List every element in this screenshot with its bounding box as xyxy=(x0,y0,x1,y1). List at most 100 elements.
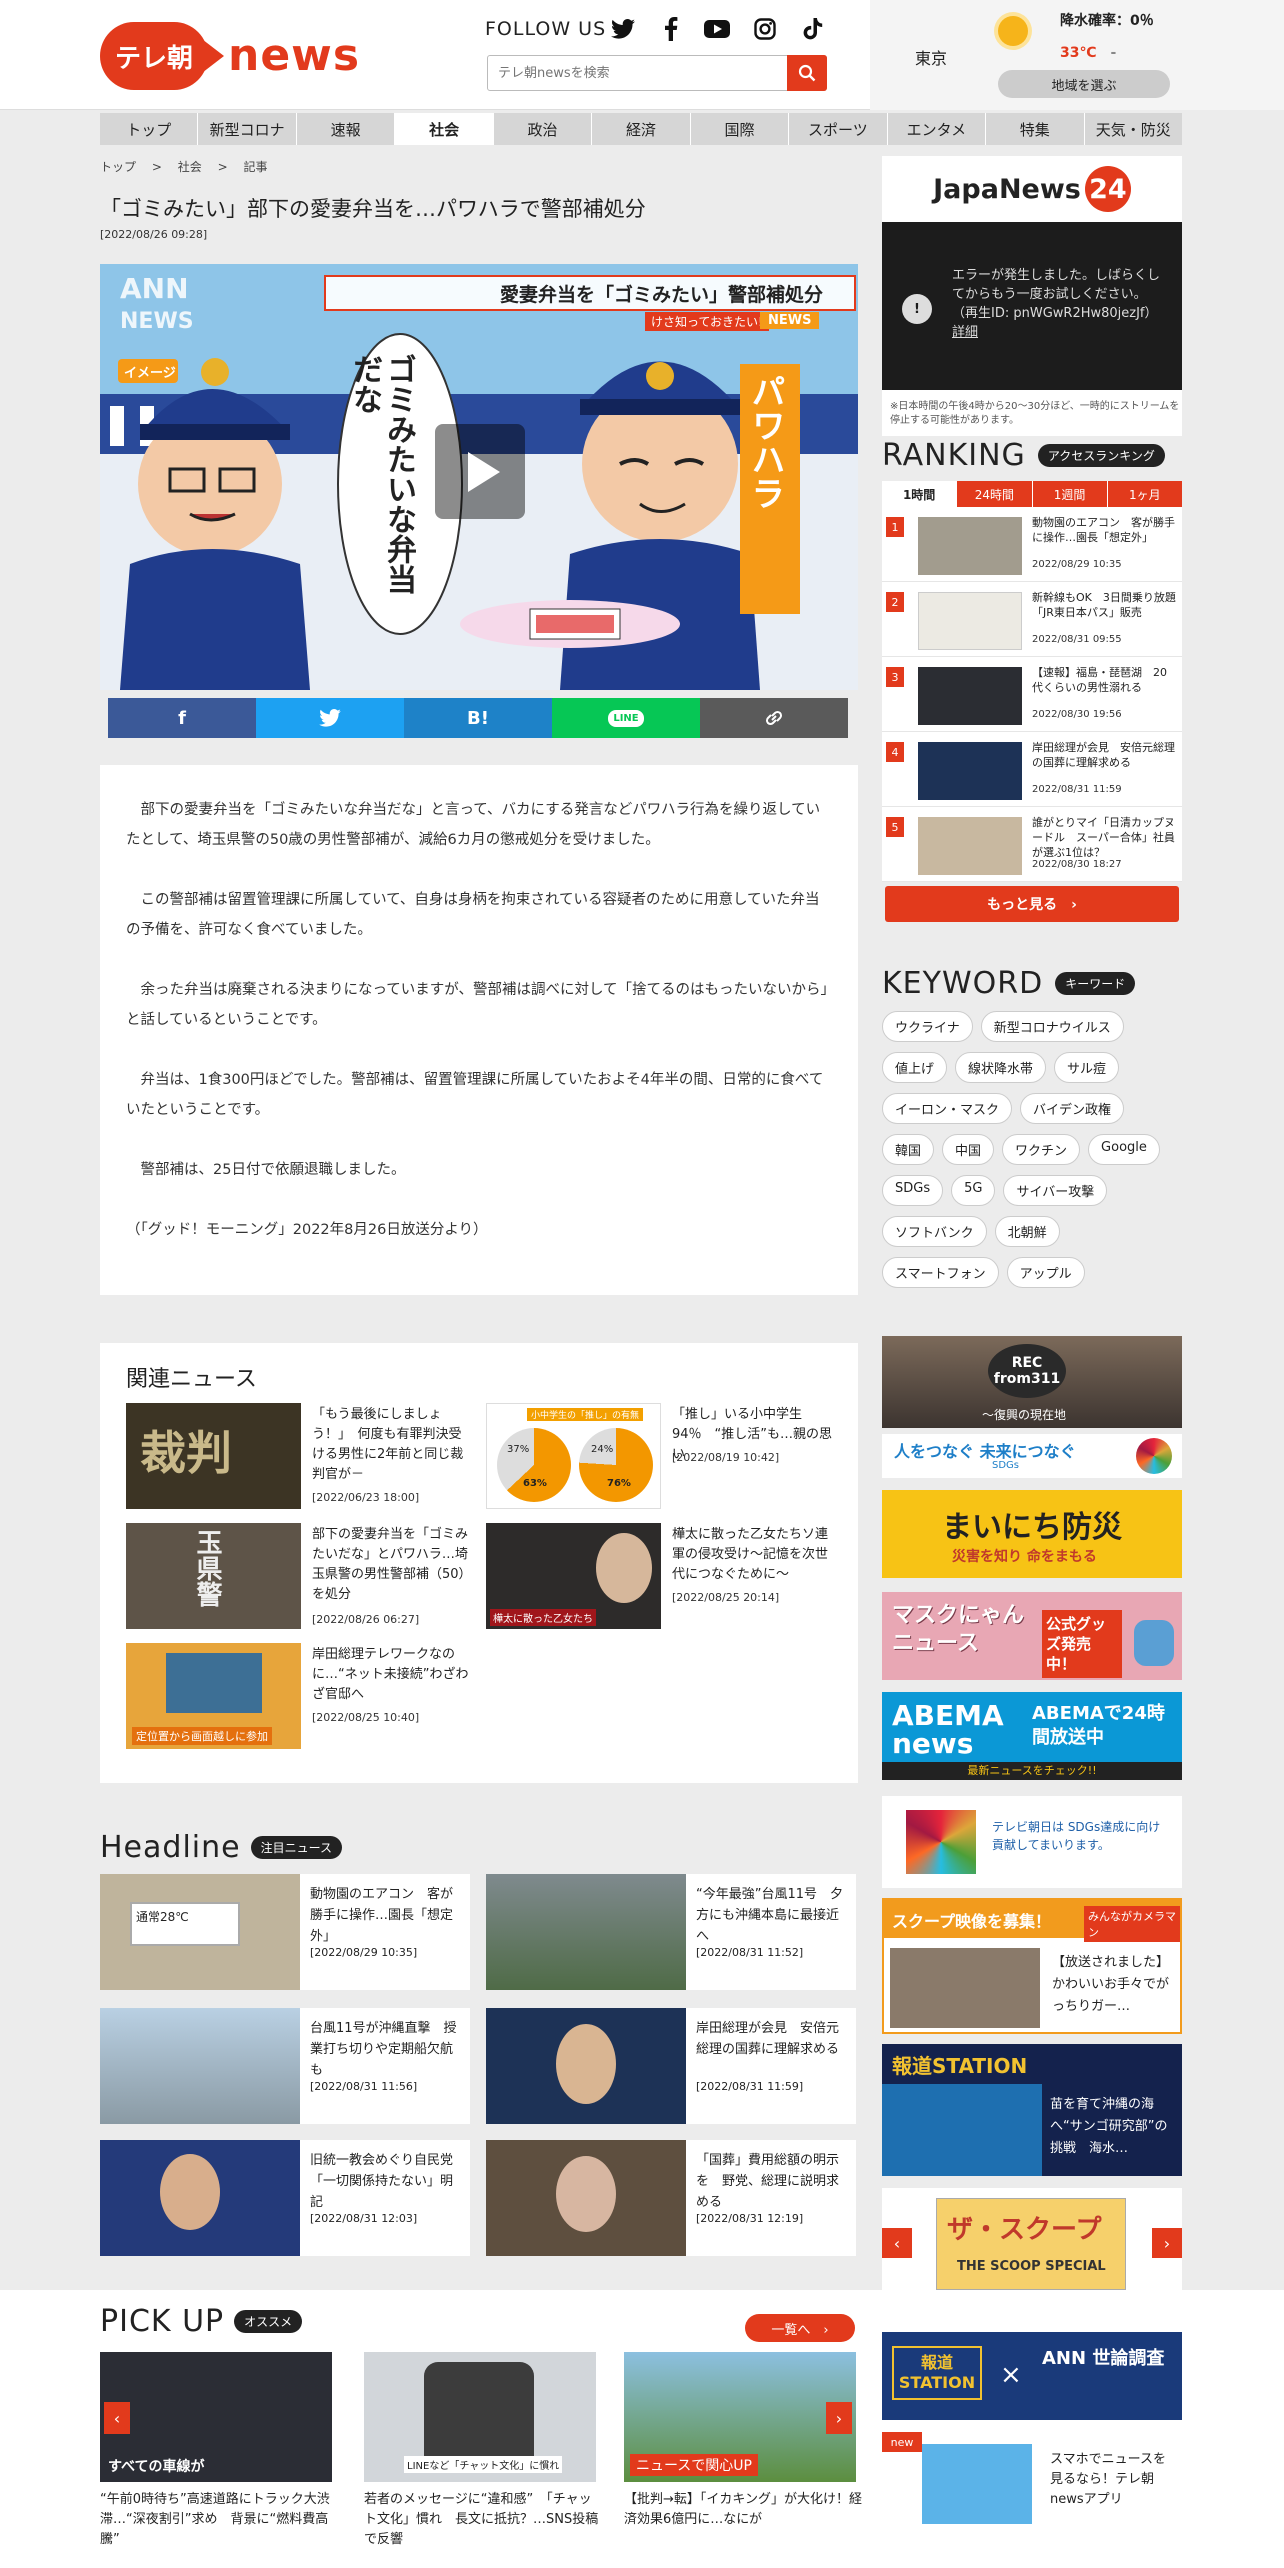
sdgs-banner[interactable]: 人をつなぐ 未来につなぐ SDGs xyxy=(882,1434,1182,1478)
abema-news-banner[interactable]: ABEMA news ABEMAで24時間放送中 最新ニュースをチェック!! xyxy=(882,1692,1182,1780)
headline-item[interactable]: 旧統一教会めぐり自民党「一切関係持たない」明記 [2022/08/31 12:0… xyxy=(100,2140,470,2256)
keyword-chip[interactable]: バイデン政権 xyxy=(1020,1093,1125,1124)
pickup-thumb[interactable]: LINEなど「チャット文化」に慣れ xyxy=(364,2352,596,2482)
youtube-icon[interactable] xyxy=(704,16,730,42)
tvasahi-news-app-banner[interactable]: new スマホでニュースを見るなら！テレ朝newsアプリ xyxy=(882,2432,1182,2526)
pickup-thumb[interactable]: ニュースで関心UP xyxy=(624,2352,856,2482)
chevron-right-icon: › xyxy=(835,2408,843,2428)
banner-prev-button[interactable]: ‹ xyxy=(882,2228,912,2258)
pickup-title[interactable]: “午前0時待ち”高速道路にトラック大渋滞…“深夜割引”求め 背景に“燃料費高騰” xyxy=(100,2490,340,2550)
rec-badge: REC from311 xyxy=(988,1344,1066,1398)
pickup-title[interactable]: 【批判→転】「イカキング」が大化け！経済効果6億円に…なにが xyxy=(624,2490,864,2530)
twitter-icon[interactable] xyxy=(610,16,636,42)
nav-item-politics[interactable]: 政治 xyxy=(494,113,593,145)
keyword-chip[interactable]: SDGs xyxy=(882,1175,944,1206)
scoop-video-banner[interactable]: スクープ映像を募集！ みんながカメラマン 【放送されました】かわいいお手々でがっ… xyxy=(882,1898,1182,2034)
keyword-chip[interactable]: サル痘 xyxy=(1054,1052,1120,1083)
keyword-chip[interactable]: 韓国 xyxy=(882,1134,935,1165)
related-item[interactable]: 樺太に散った乙女たち 樺太に散った乙女たちソ連軍の侵攻受け～記憶を次世代につなぐ… xyxy=(486,1523,836,1633)
pickup-title[interactable]: 若者のメッセージに“違和感” 「チャット文化」慣れ 長文に抵抗？…SNS投稿で反… xyxy=(364,2490,604,2550)
breadcrumb-society[interactable]: 社会 xyxy=(178,160,202,174)
ranking-tag: アクセスランキング xyxy=(1037,444,1165,467)
sun-icon xyxy=(998,16,1028,46)
headline-item[interactable]: 通常28℃ 動物園のエアコン 客が勝手に操作…園長「想定外」 [2022/08/… xyxy=(100,1874,470,1990)
pickup-next-button[interactable]: › xyxy=(826,2402,852,2434)
keyword-chip[interactable]: 北朝鮮 xyxy=(994,1216,1060,1247)
keyword-chip[interactable]: Google xyxy=(1088,1134,1160,1165)
nav-item-feature[interactable]: 特集 xyxy=(986,113,1085,145)
tvasahi-sdgs-banner[interactable]: テレビ朝日は SDGs達成に向け 貢献してまいります。 xyxy=(882,1796,1182,1888)
tab-1week[interactable]: 1週間 xyxy=(1033,481,1108,507)
pickup-thumb[interactable]: すべての車線が xyxy=(100,2352,332,2482)
breadcrumb-top[interactable]: トップ xyxy=(100,160,136,174)
tab-1hour[interactable]: 1時間 xyxy=(882,481,958,507)
ranking-item[interactable]: 4 岸田総理が会見 安倍元総理の国葬に理解求める 2022/08/31 11:59 xyxy=(882,732,1182,807)
nav-item-sports[interactable]: スポーツ xyxy=(789,113,888,145)
related-item[interactable]: 裁判 「もう最後にしましょう！」 何度も有罪判決受ける男性に2年前と同じ裁判官が… xyxy=(126,1403,476,1513)
ranking-more-button[interactable]: もっと見る › xyxy=(885,886,1179,922)
site-logo[interactable]: テレ朝 news xyxy=(100,22,359,90)
the-scoop-carousel: ‹ ザ・スクープ THE SCOOP SPECIAL › xyxy=(882,2188,1182,2298)
keyword-chip[interactable]: 新型コロナウイルス xyxy=(980,1011,1124,1042)
pickup-tag: オススメ xyxy=(234,2310,303,2333)
keyword-chip[interactable]: 5G xyxy=(951,1175,996,1206)
hodo-ann-poll-banner[interactable]: 報道 STATION × ANN 世論調査 xyxy=(882,2332,1182,2420)
keyword-chip[interactable]: スマートフォン xyxy=(882,1257,999,1288)
share-twitter-button[interactable] xyxy=(256,698,404,738)
headline-item[interactable]: 台風11号が沖縄直撃 授業打ち切りや定期船欠航も [2022/08/31 11:… xyxy=(100,2008,470,2124)
related-item[interactable]: 玉県警 部下の愛妻弁当を「ゴミみたいだな」とパワハラ…埼玉県警の男性警部補（50… xyxy=(126,1523,476,1633)
mainichi-bousai-banner[interactable]: まいにち防災 災害を知り 命をまもる xyxy=(882,1490,1182,1578)
ranking-item[interactable]: 5 誰がとりマイ「日清カップヌードル スーパー合体」社員が選ぶ1位は？ 2022/0… xyxy=(882,807,1182,882)
ranking-item[interactable]: 3 【速報】福島・琵琶湖 20代くらいの男性溺れる 2022/08/30 19:56 xyxy=(882,657,1182,732)
nav-item-weather[interactable]: 天気・防災 xyxy=(1085,113,1182,145)
keyword-chip[interactable]: 中国 xyxy=(942,1134,995,1165)
tiktok-icon[interactable] xyxy=(800,16,826,42)
instagram-icon[interactable] xyxy=(752,16,778,42)
rec-from311-banner[interactable]: REC from311 ～復興の現在地 xyxy=(882,1336,1182,1428)
share-facebook-button[interactable]: f xyxy=(108,698,256,738)
keyword-chip[interactable]: ソフトバンク xyxy=(882,1216,987,1247)
japanews-logo[interactable]: JapaNews 24 xyxy=(882,156,1182,222)
ranking-item[interactable]: 1 動物園のエアコン 客が勝手に操作…園長「想定外」 2022/08/29 10:3… xyxy=(882,507,1182,582)
tab-24hours[interactable]: 24時間 xyxy=(957,481,1033,507)
mask-nyan-banner[interactable]: マスクにゃん ニュース 公式グッズ発売中！ xyxy=(882,1592,1182,1680)
keyword-chip[interactable]: アップル xyxy=(1006,1257,1085,1288)
tab-1month[interactable]: 1ヶ月 xyxy=(1108,481,1182,507)
weather-temp: 33℃ - xyxy=(1060,42,1116,62)
keyword-chip[interactable]: ワクチン xyxy=(1002,1134,1081,1165)
nav-item-breaking[interactable]: 速報 xyxy=(297,113,396,145)
article-video[interactable]: ANN NEWS イメージ 愛妻弁当を「ゴミみたい」警部補処分 けさ知っておきたい… xyxy=(100,264,858,690)
related-item[interactable]: 定位置から画面越しに参加 岸田総理テレワークなのに…“ネット未接続”わざわざ官邸… xyxy=(126,1643,476,1753)
nav-item-corona[interactable]: 新型コロナ xyxy=(198,113,297,145)
headline-title: “今年最強”台風11号 夕方にも沖縄本島に最接近へ xyxy=(696,1887,844,1944)
player-error[interactable]: ! エラーが発生しました。しばらくしてからもう一度お試しください。（再生ID: … xyxy=(882,222,1182,390)
nav-item-international[interactable]: 国際 xyxy=(691,113,790,145)
nav-item-economy[interactable]: 経済 xyxy=(592,113,691,145)
facebook-icon[interactable] xyxy=(658,16,684,42)
search-button[interactable] xyxy=(787,55,827,91)
headline-item[interactable]: “今年最強”台風11号 夕方にも沖縄本島に最接近へ [2022/08/31 11… xyxy=(486,1874,856,1990)
nav-item-top[interactable]: トップ xyxy=(100,113,199,145)
nav-item-entertainment[interactable]: エンタメ xyxy=(888,113,987,145)
search-input[interactable] xyxy=(498,62,778,84)
keyword-chip[interactable]: サイバー攻撃 xyxy=(1003,1175,1108,1206)
area-select-button[interactable]: 地域を選ぶ xyxy=(998,70,1170,98)
ranking-item[interactable]: 2 新幹線もOK 3日間乗り放題 「JR東日本パス」販売 2022/08/31 09… xyxy=(882,582,1187,657)
share-hatena-button[interactable]: B! xyxy=(404,698,552,738)
headline-item[interactable]: 岸田総理が会見 安倍元総理の国葬に理解求める [2022/08/31 11:59… xyxy=(486,2008,856,2124)
copy-link-button[interactable] xyxy=(700,698,848,738)
keyword-chip[interactable]: 線状降水帯 xyxy=(955,1052,1047,1083)
hodo-station-banner[interactable]: 報道STATION 苗を育て沖縄の海へ“サンゴ研究部”の挑戦 海水… xyxy=(882,2044,1182,2176)
pickup-prev-button[interactable]: ‹ xyxy=(104,2402,130,2434)
banner-next-button[interactable]: › xyxy=(1152,2228,1182,2258)
headline-item[interactable]: 「国葬」費用総額の明示を 野党、総理に説明求める [2022/08/31 12:… xyxy=(486,2140,856,2256)
keyword-chip[interactable]: イーロン・マスク xyxy=(882,1093,1013,1124)
nav-item-society[interactable]: 社会 xyxy=(395,113,494,145)
share-line-button[interactable]: LINE xyxy=(552,698,700,738)
keyword-chip[interactable]: ウクライナ xyxy=(882,1011,973,1042)
keyword-chip[interactable]: 値上げ xyxy=(882,1052,948,1083)
pickup-list-button[interactable]: 一覧へ › xyxy=(745,2314,855,2342)
the-scoop-banner[interactable]: ザ・スクープ THE SCOOP SPECIAL xyxy=(936,2198,1126,2290)
player-error-detail[interactable]: 詳細 xyxy=(952,325,978,340)
related-item[interactable]: 小中学生の「推し」の有無 63% 76% 37% 24% 「推し」いる小中学生9… xyxy=(486,1403,836,1513)
